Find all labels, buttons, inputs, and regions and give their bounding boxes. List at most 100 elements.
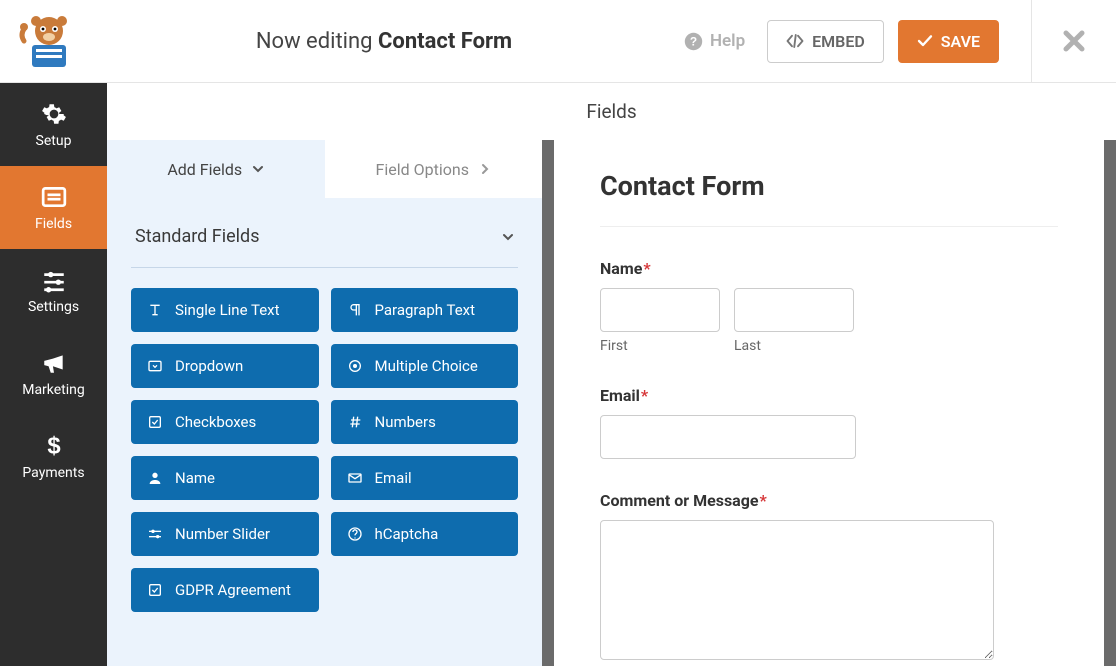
gear-icon xyxy=(41,101,67,127)
field-label: Numbers xyxy=(375,413,436,431)
help-link[interactable]: ? Help xyxy=(684,31,745,51)
last-sublabel: Last xyxy=(734,338,854,354)
field-label: Checkboxes xyxy=(175,413,256,431)
check-icon xyxy=(917,34,933,48)
save-label: SAVE xyxy=(941,32,980,51)
sidebar-item-settings[interactable]: Settings xyxy=(0,249,107,332)
field-label: hCaptcha xyxy=(375,525,439,543)
form-icon xyxy=(41,184,67,210)
sidebar-item-setup[interactable]: Setup xyxy=(0,83,107,166)
hash-icon xyxy=(347,414,363,430)
editing-form-name: Contact Form xyxy=(378,29,512,54)
sliders-icon xyxy=(41,267,67,293)
comment-label: Comment or Message* xyxy=(600,491,1058,510)
field-hcaptcha[interactable]: hCaptcha xyxy=(331,512,519,556)
field-email-preview[interactable]: Email* xyxy=(600,386,1058,459)
chevron-down-icon xyxy=(252,163,264,175)
tab-add-fields[interactable]: Add Fields xyxy=(107,140,325,198)
field-paragraph-text[interactable]: Paragraph Text xyxy=(331,288,519,332)
check-icon xyxy=(147,582,163,598)
bullhorn-icon xyxy=(41,350,67,376)
section-title: Standard Fields xyxy=(135,226,260,247)
form-title: Contact Form xyxy=(600,170,1058,227)
email-input[interactable] xyxy=(600,415,856,459)
field-name-preview[interactable]: Name* First Last xyxy=(600,259,1058,354)
paragraph-icon xyxy=(347,302,363,318)
comment-textarea[interactable] xyxy=(600,520,994,660)
field-comment-preview[interactable]: Comment or Message* xyxy=(600,491,1058,664)
chevron-down-icon xyxy=(502,231,514,243)
last-name-input[interactable] xyxy=(734,288,854,332)
svg-text:?: ? xyxy=(690,34,697,48)
embed-icon xyxy=(786,34,804,48)
field-type-grid: Single Line Text Paragraph Text Dropdown xyxy=(131,288,518,612)
field-email[interactable]: Email xyxy=(331,456,519,500)
required-mark: * xyxy=(643,259,650,278)
field-dropdown[interactable]: Dropdown xyxy=(131,344,319,388)
help-label: Help xyxy=(710,31,745,51)
envelope-icon xyxy=(347,470,363,486)
sidebar-item-label: Setup xyxy=(36,133,72,149)
panel-header: Fields xyxy=(107,83,1116,140)
email-label: Email* xyxy=(600,386,1058,405)
panel-tabs: Add Fields Field Options xyxy=(107,140,542,198)
help-icon: ? xyxy=(684,32,703,51)
section-standard-fields[interactable]: Standard Fields xyxy=(131,198,518,268)
app-logo xyxy=(14,11,84,71)
editing-title: Now editing Contact Form xyxy=(84,29,684,54)
dropdown-icon xyxy=(147,358,163,374)
slider-icon xyxy=(147,526,163,542)
sidebar-item-label: Settings xyxy=(28,299,79,315)
sidebar: Setup Fields Settings Marketing $ Paymen… xyxy=(0,83,107,666)
field-numbers[interactable]: Numbers xyxy=(331,400,519,444)
fields-panel: Add Fields Field Options Standard Fields xyxy=(107,140,554,666)
field-single-line-text[interactable]: Single Line Text xyxy=(131,288,319,332)
tab-label: Field Options xyxy=(376,160,469,179)
tab-field-options[interactable]: Field Options xyxy=(325,140,543,198)
field-label: Single Line Text xyxy=(175,301,280,319)
check-icon xyxy=(147,414,163,430)
chevron-right-icon xyxy=(479,163,491,175)
name-label: Name* xyxy=(600,259,1058,278)
first-name-input[interactable] xyxy=(600,288,720,332)
embed-button[interactable]: EMBED xyxy=(767,20,884,63)
panel-header-label: Fields xyxy=(586,100,636,123)
dollar-icon: $ xyxy=(41,433,67,459)
text-icon xyxy=(147,302,163,318)
sidebar-item-fields[interactable]: Fields xyxy=(0,166,107,249)
field-label: Paragraph Text xyxy=(375,301,476,319)
sidebar-item-payments[interactable]: $ Payments xyxy=(0,415,107,498)
sidebar-item-label: Marketing xyxy=(22,382,85,398)
sidebar-item-marketing[interactable]: Marketing xyxy=(0,332,107,415)
field-label: Dropdown xyxy=(175,357,243,375)
topbar-divider xyxy=(1031,0,1032,83)
field-name[interactable]: Name xyxy=(131,456,319,500)
close-button[interactable] xyxy=(1056,29,1092,53)
field-multiple-choice[interactable]: Multiple Choice xyxy=(331,344,519,388)
sidebar-item-label: Fields xyxy=(35,216,72,232)
svg-text:$: $ xyxy=(47,433,60,459)
editing-prefix: Now editing xyxy=(256,29,378,54)
field-checkboxes[interactable]: Checkboxes xyxy=(131,400,319,444)
question-icon xyxy=(347,526,363,542)
required-mark: * xyxy=(641,386,648,405)
field-label: Email xyxy=(375,469,412,487)
field-label: Multiple Choice xyxy=(375,357,478,375)
radio-icon xyxy=(347,358,363,374)
field-label: Name xyxy=(175,469,215,487)
user-icon xyxy=(147,470,163,486)
required-mark: * xyxy=(760,491,767,510)
topbar-actions: ? Help EMBED SAVE xyxy=(684,0,1092,83)
form-preview: Contact Form Name* First xyxy=(554,140,1104,666)
sidebar-item-label: Payments xyxy=(22,465,84,481)
field-number-slider[interactable]: Number Slider xyxy=(131,512,319,556)
topbar: Now editing Contact Form ? Help EMBED SA… xyxy=(0,0,1116,83)
field-label: Number Slider xyxy=(175,525,270,543)
close-icon xyxy=(1062,29,1086,53)
save-button[interactable]: SAVE xyxy=(898,20,999,63)
first-sublabel: First xyxy=(600,338,720,354)
field-label: GDPR Agreement xyxy=(175,581,291,599)
field-gdpr[interactable]: GDPR Agreement xyxy=(131,568,319,612)
tab-label: Add Fields xyxy=(167,160,242,179)
embed-label: EMBED xyxy=(812,32,865,51)
